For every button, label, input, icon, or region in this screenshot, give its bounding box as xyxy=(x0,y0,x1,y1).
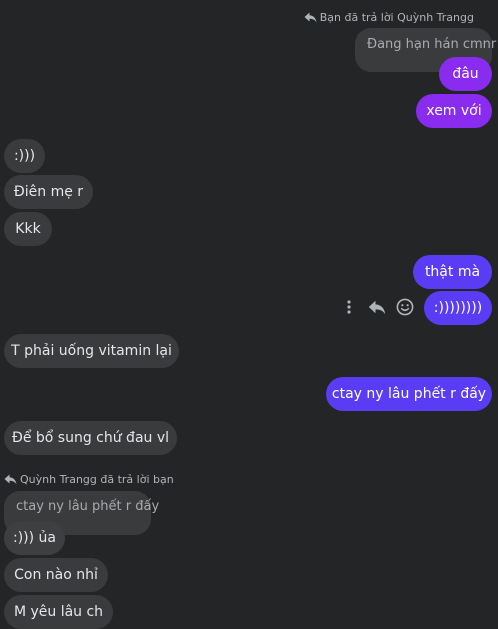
message-text: T phải uống vitamin lại xyxy=(11,343,172,359)
message-text: :))) xyxy=(13,148,36,164)
message-text: :)))))))) xyxy=(433,300,483,316)
incoming-message[interactable]: Điên mẹ r xyxy=(4,175,93,209)
reply-header-incoming: Quỳnh Trangg đã trả lời bạn xyxy=(4,471,174,487)
incoming-message[interactable]: Để bổ sung chứ đau vl xyxy=(4,421,177,455)
incoming-message[interactable]: T phải uống vitamin lại xyxy=(4,334,179,368)
incoming-message[interactable]: Kkk xyxy=(4,212,52,246)
reply-header-outgoing: Bạn đã trả lời Quỳnh Trangg xyxy=(304,9,474,25)
reply-arrow-icon xyxy=(4,474,17,485)
incoming-message[interactable]: :))) ủa xyxy=(4,521,65,555)
quoted-message-text: ctay ny lâu phết r đấy xyxy=(16,499,160,514)
outgoing-message[interactable]: :)))))))) xyxy=(424,291,492,325)
message-text: Kkk xyxy=(15,221,41,237)
message-text: xem với xyxy=(426,103,482,119)
message-text: Con nào nhỉ xyxy=(14,567,98,583)
incoming-message[interactable]: Con nào nhỉ xyxy=(4,558,108,592)
incoming-message[interactable]: :))) xyxy=(4,139,45,173)
more-options-icon[interactable] xyxy=(342,298,356,316)
message-text: đâu xyxy=(452,66,479,82)
message-text: ctay ny lâu phết r đấy xyxy=(331,386,487,402)
outgoing-message[interactable]: ctay ny lâu phết r đấy xyxy=(326,377,492,411)
message-text: Để bổ sung chứ đau vl xyxy=(11,430,170,446)
reply-arrow-icon xyxy=(304,12,317,23)
quoted-message-text: Đang hạn hán cmnr xyxy=(367,37,497,52)
message-text: :))) ủa xyxy=(12,530,56,546)
message-text: thật mà xyxy=(424,264,481,280)
outgoing-message[interactable]: đâu xyxy=(439,57,492,91)
reply-header-text: Bạn đã trả lời Quỳnh Trangg xyxy=(319,10,474,24)
outgoing-message[interactable]: thật mà xyxy=(413,255,492,289)
outgoing-message[interactable]: xem với xyxy=(416,94,492,128)
react-emoji-icon[interactable] xyxy=(395,297,415,317)
reply-header-text: Quỳnh Trangg đã trả lời bạn xyxy=(20,472,174,486)
message-text: Điên mẹ r xyxy=(13,184,84,200)
incoming-message[interactable]: M yêu lâu ch xyxy=(4,595,113,629)
message-text: M yêu lâu ch xyxy=(13,604,104,620)
reply-icon[interactable] xyxy=(367,298,387,316)
